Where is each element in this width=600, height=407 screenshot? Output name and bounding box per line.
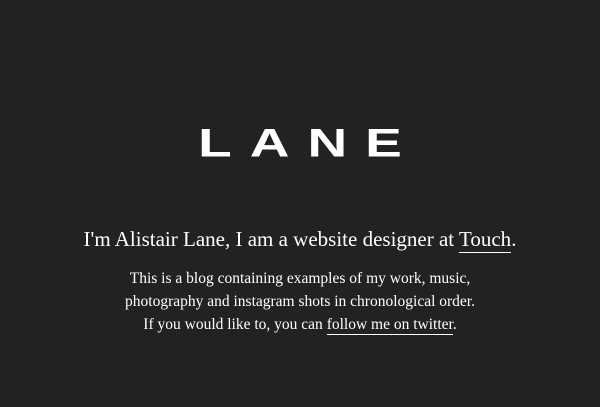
intro-period: .	[511, 227, 517, 251]
touch-link[interactable]: Touch	[459, 227, 512, 253]
twitter-link[interactable]: follow me on twitter	[326, 316, 453, 335]
page: LANE I'm Alistair Lane, I am a website d…	[0, 0, 600, 407]
description-line-1: This is a blog containing examples of my…	[129, 270, 471, 287]
description-line-3-period: .	[452, 316, 457, 333]
intro-heading: I'm Alistair Lane, I am a website design…	[0, 224, 600, 254]
description-line-3: If you would like to, you can follow me …	[0, 313, 600, 336]
blog-description: This is a blog containing examples of my…	[0, 267, 600, 336]
description-line-3-text: If you would like to, you can	[143, 316, 327, 333]
description-line-2: photography and instagram shots in chron…	[125, 293, 475, 310]
intro-text: I'm Alistair Lane, I am a website design…	[83, 227, 459, 251]
site-logo[interactable]: LANE	[0, 121, 600, 164]
